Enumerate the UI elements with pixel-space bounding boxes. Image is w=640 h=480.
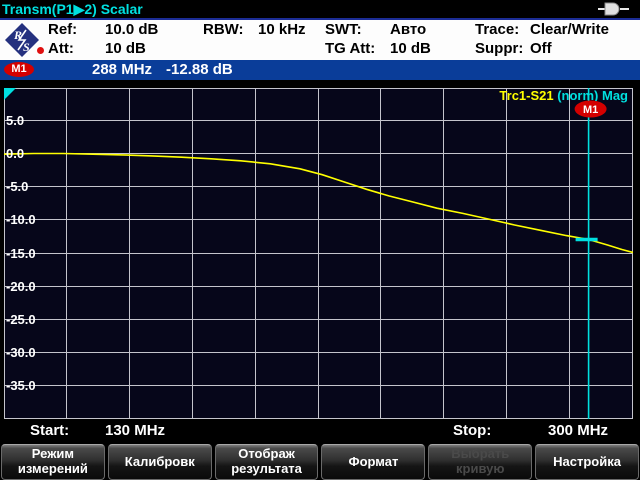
y-axis-label: -25.0 bbox=[6, 311, 52, 329]
y-axis-label: -10.0 bbox=[6, 211, 52, 229]
softkey-settings[interactable]: Настройка bbox=[535, 444, 639, 480]
time-text: 16:44 bbox=[502, 0, 542, 18]
settings-header: R S Ref: 10.0 dB RBW: 10 kHz SWT: Авто T… bbox=[0, 20, 640, 60]
marker-level: -12.88 dB bbox=[166, 61, 233, 78]
marker-readout: 288 MHz -12.88 dB bbox=[92, 60, 247, 80]
softkey-result-display[interactable]: Отображрезультата bbox=[215, 444, 319, 480]
rs-logo: R S bbox=[4, 22, 40, 62]
date-text: 27/10/16 bbox=[404, 0, 466, 18]
marker-m1-badge: M1 bbox=[4, 62, 34, 77]
title-bar: Transm(P1▶2) Scalar 27/10/16 16:44 bbox=[0, 0, 640, 18]
att-label: Att: bbox=[48, 40, 74, 58]
rbw-value: 10 kHz bbox=[258, 21, 306, 39]
y-axis-label: -5.0 bbox=[6, 178, 52, 196]
graph-area[interactable]: Trc1-S21 (norm) MagM1 bbox=[4, 88, 633, 419]
swt-value: Авто bbox=[390, 21, 426, 39]
marker-readout-bar: M1 288 MHz -12.88 dB bbox=[0, 60, 640, 80]
trace-mode-value: Clear/Write bbox=[530, 21, 609, 39]
y-axis-label: 0.0 bbox=[6, 145, 52, 163]
y-axis-label: -15.0 bbox=[6, 245, 52, 263]
softkey-select-trace: Выбратькривую bbox=[428, 444, 532, 480]
trace-mode-label: Trace: bbox=[475, 21, 519, 39]
measurement-title: Transm(P1▶2) Scalar bbox=[2, 0, 143, 18]
softkey-measurement-mode[interactable]: Режимизмерений bbox=[1, 444, 105, 480]
y-axis-label: -20.0 bbox=[6, 278, 52, 296]
softkey-format[interactable]: Формат bbox=[321, 444, 425, 480]
start-label: Start: bbox=[30, 421, 69, 441]
tg-att-value: 10 dB bbox=[390, 40, 431, 58]
att-active-dot bbox=[37, 47, 44, 54]
marker-frequency: 288 MHz bbox=[92, 61, 152, 78]
stop-frequency: 300 MHz bbox=[548, 421, 608, 441]
softkey-bar: Режимизмерений Калибровк Отображрезульта… bbox=[0, 443, 640, 480]
start-frequency: 130 MHz bbox=[105, 421, 165, 441]
ref-position-icon bbox=[4, 88, 16, 100]
swt-label: SWT: bbox=[325, 21, 362, 39]
att-value: 10 dB bbox=[105, 40, 146, 58]
suppr-label: Suppr: bbox=[475, 40, 523, 58]
trace-label: Trc1-S21 (norm) Mag bbox=[499, 88, 628, 103]
stop-label: Stop: bbox=[453, 421, 491, 441]
y-axis-label: -30.0 bbox=[6, 344, 52, 362]
ref-label: Ref: bbox=[48, 21, 77, 39]
ref-value: 10.0 dB bbox=[105, 21, 158, 39]
marker-m1-flag: M1 bbox=[575, 101, 607, 118]
frequency-range-bar: Start: 130 MHz Stop: 300 MHz bbox=[0, 419, 640, 443]
y-axis-label: -35.0 bbox=[6, 377, 52, 395]
rbw-label: RBW: bbox=[203, 21, 244, 39]
softkey-calibration[interactable]: Калибровк bbox=[108, 444, 212, 480]
svg-text:M1: M1 bbox=[583, 104, 598, 116]
y-axis-label: 5.0 bbox=[6, 112, 52, 130]
tg-att-label: TG Att: bbox=[325, 40, 375, 58]
suppr-value: Off bbox=[530, 40, 552, 58]
